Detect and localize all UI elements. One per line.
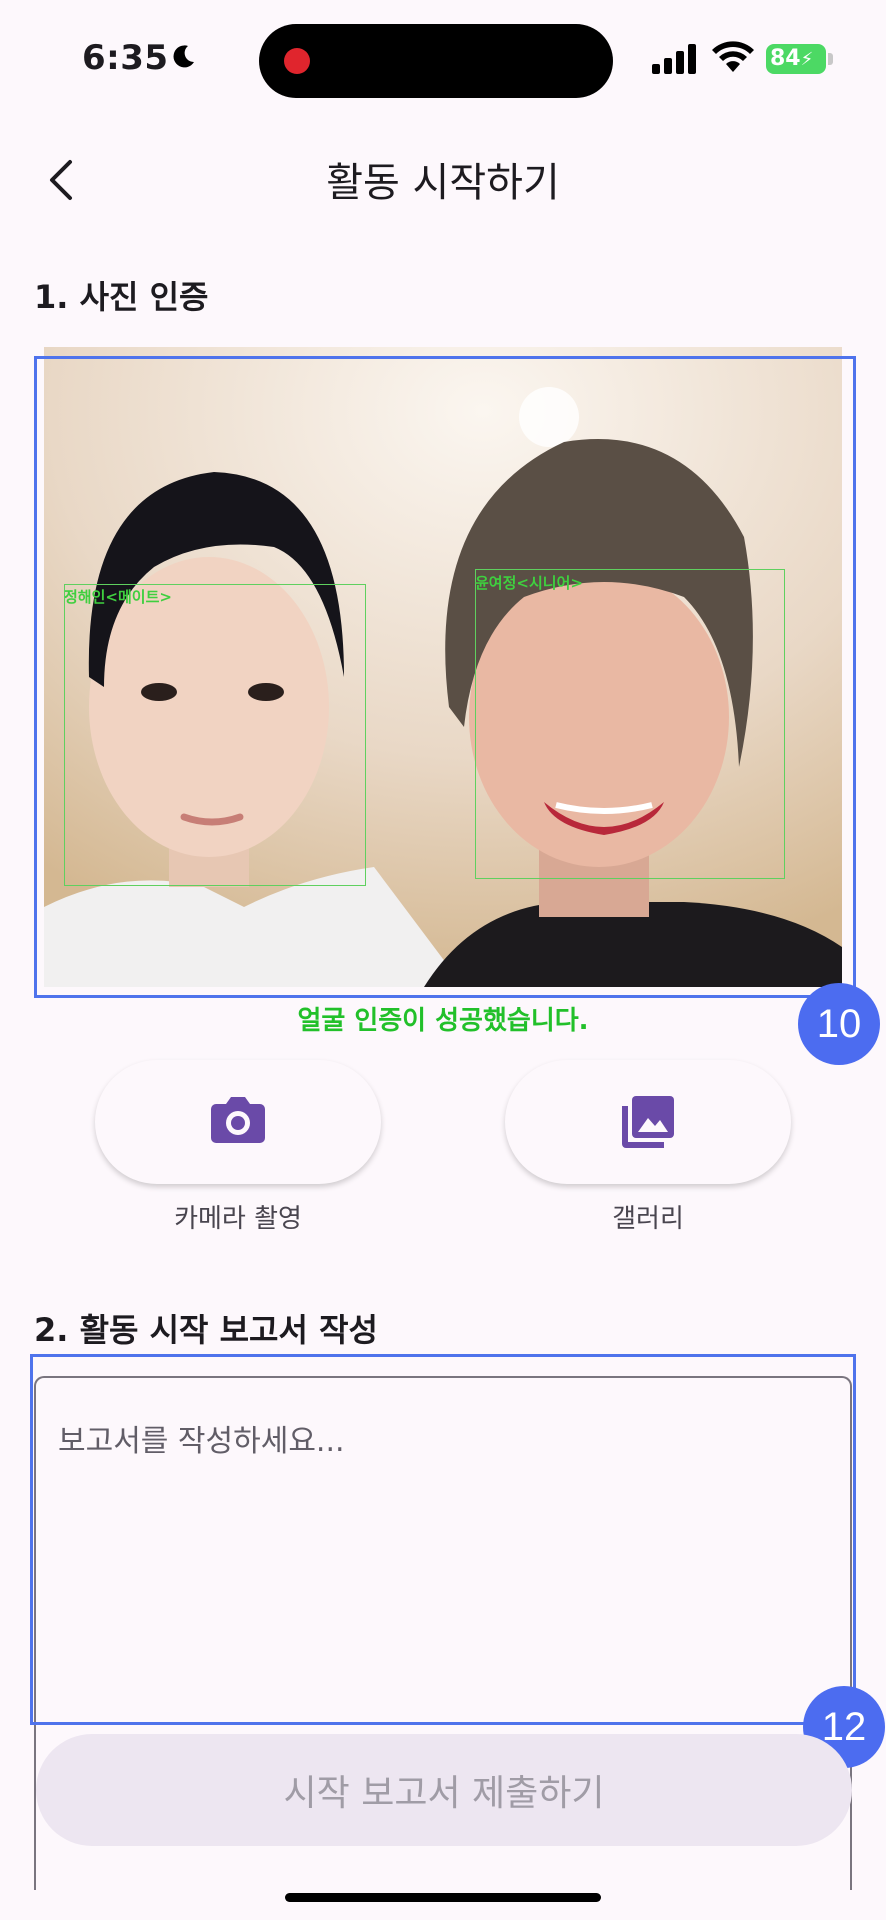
wifi-icon: [712, 41, 754, 72]
gallery-label: 갤러리: [612, 1204, 684, 1234]
gallery-icon: [622, 1096, 674, 1148]
textarea-highlight-outline: [30, 1354, 856, 1725]
moon-icon: [173, 45, 194, 68]
camera-label: 카메라 촬영: [174, 1204, 302, 1234]
section-photo-title: 1. 사진 인증: [34, 278, 209, 316]
camera-button[interactable]: [95, 1060, 381, 1184]
battery-level: 84: [770, 46, 801, 71]
status-time: 6:35: [82, 38, 169, 78]
recording-indicator: [284, 48, 310, 74]
camera-icon: [211, 1097, 265, 1143]
submit-report-label: 시작 보고서 제출하기: [283, 1773, 605, 1814]
home-indicator[interactable]: [285, 1893, 601, 1902]
section-report-title: 2. 활동 시작 보고서 작성: [34, 1311, 378, 1349]
cellular-signal-icon: [652, 44, 696, 74]
battery-icon: 84⚡: [766, 44, 826, 74]
gallery-button[interactable]: [505, 1060, 791, 1184]
page-title: 활동 시작하기: [326, 160, 560, 206]
photo-highlight-outline: [34, 356, 856, 998]
verification-success-message: 얼굴 인증이 성공했습니다.: [297, 1006, 589, 1036]
dynamic-island: [259, 24, 613, 98]
battery-tip: [828, 53, 833, 65]
